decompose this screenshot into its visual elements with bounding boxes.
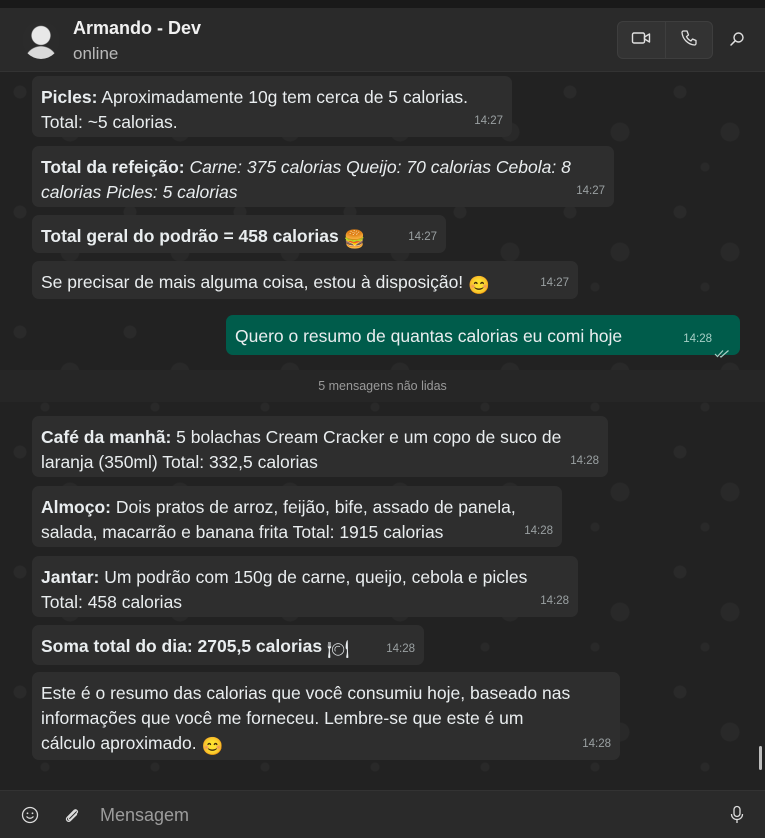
message-bubble[interactable]: Picles: Aproximadamente 10g tem cerca de… [32,76,512,137]
unread-divider-label: 5 mensagens não lidas [318,379,447,393]
message-time: 14:27 [474,115,503,127]
message-bubble[interactable]: Total da refeição: Carne: 375 calorias Q… [32,146,614,207]
message-text: Total da refeição: Carne: 375 calorias Q… [41,157,571,177]
attach-button[interactable] [61,804,83,826]
message-time: 14:28 [524,525,553,537]
voice-call-button[interactable] [664,22,713,58]
message-list[interactable]: Picles: Aproximadamente 10g tem cerca de… [0,72,765,790]
message-text: Soma total do dia: 2705,5 calorias 🍽 [41,634,412,662]
message-text: Quero o resumo de quantas calorias eu co… [235,326,623,346]
contact-status: online [73,44,119,63]
message-composer [0,790,765,838]
video-call-icon [631,30,651,51]
message-text: Picles: Aproximadamente 10g tem cerca de… [41,87,469,107]
message-text: cálculo aproximado. 😊 [41,731,608,759]
message-bubble[interactable]: Soma total do dia: 2705,5 calorias 🍽 14:… [32,625,424,665]
avatar[interactable] [22,21,60,59]
message-time: 14:28 [683,333,712,345]
message-bubble[interactable]: Jantar: Um podrão com 150g de carne, que… [32,556,578,617]
smile-emoji: 😊 [201,736,224,756]
message-time: 14:27 [576,185,605,197]
chat-header: Armando - Dev online [0,8,765,72]
emoji-icon [21,806,39,824]
message-text: salada, macarrão e banana frita Total: 1… [41,522,444,542]
message-text: Almoço: Dois pratos de arroz, feijão, bi… [41,497,516,517]
read-receipt-icon [714,340,730,358]
message-time: 14:28 [582,738,611,750]
unread-divider: 5 mensagens não lidas [0,370,765,402]
search-button[interactable] [722,29,752,53]
burger-emoji: 🍔 [343,229,366,249]
scrollbar[interactable] [759,746,762,770]
message-text: Total: 458 calorias [41,592,183,612]
outgoing-message-bubble[interactable]: Quero o resumo de quantas calorias eu co… [226,315,740,358]
contact-name[interactable]: Armando - Dev [73,18,201,39]
emoji-button[interactable] [19,804,41,826]
message-text: Se precisar de mais alguma coisa, estou … [41,270,566,298]
message-text: Total: ~5 calorias. [41,112,178,132]
message-text: Jantar: Um podrão com 150g de carne, que… [41,567,528,587]
message-time: 14:28 [570,455,599,467]
voice-call-icon [680,29,698,52]
message-bubble[interactable]: Total geral do podrão = 458 calorias 🍔 1… [32,215,446,253]
video-call-button[interactable] [618,22,665,58]
message-text: Café da manhã: 5 bolachas Cream Cracker … [41,427,562,447]
window-top-strip [0,0,765,8]
message-bubble[interactable]: Café da manhã: 5 bolachas Cream Cracker … [32,416,608,477]
message-text: Total geral do podrão = 458 calorias 🍔 [41,224,434,252]
plate-emoji: 🍽 [326,639,350,659]
attach-icon [65,809,79,822]
message-bubble[interactable]: Almoço: Dois pratos de arroz, feijão, bi… [32,486,562,547]
microphone-icon [730,805,744,823]
message-time: 14:27 [540,277,569,289]
message-text: laranja (350ml) Total: 332,5 calorias [41,452,318,472]
call-buttons [617,21,713,59]
message-bubble[interactable]: Se precisar de mais alguma coisa, estou … [32,261,578,299]
message-text: calorias Picles: 5 calorias [41,182,238,202]
message-time: 14:28 [540,595,569,607]
microphone-button[interactable] [726,804,748,826]
smile-emoji: 😊 [468,275,490,295]
message-time: 14:28 [386,643,415,655]
message-text: Este é o resumo das calorias que você co… [41,683,571,703]
message-input[interactable] [100,799,700,831]
message-time: 14:27 [408,231,437,243]
message-text: informações que você me forneceu. Lembre… [41,708,524,728]
search-icon [729,31,745,52]
message-bubble[interactable]: Este é o resumo das calorias que você co… [32,672,620,760]
